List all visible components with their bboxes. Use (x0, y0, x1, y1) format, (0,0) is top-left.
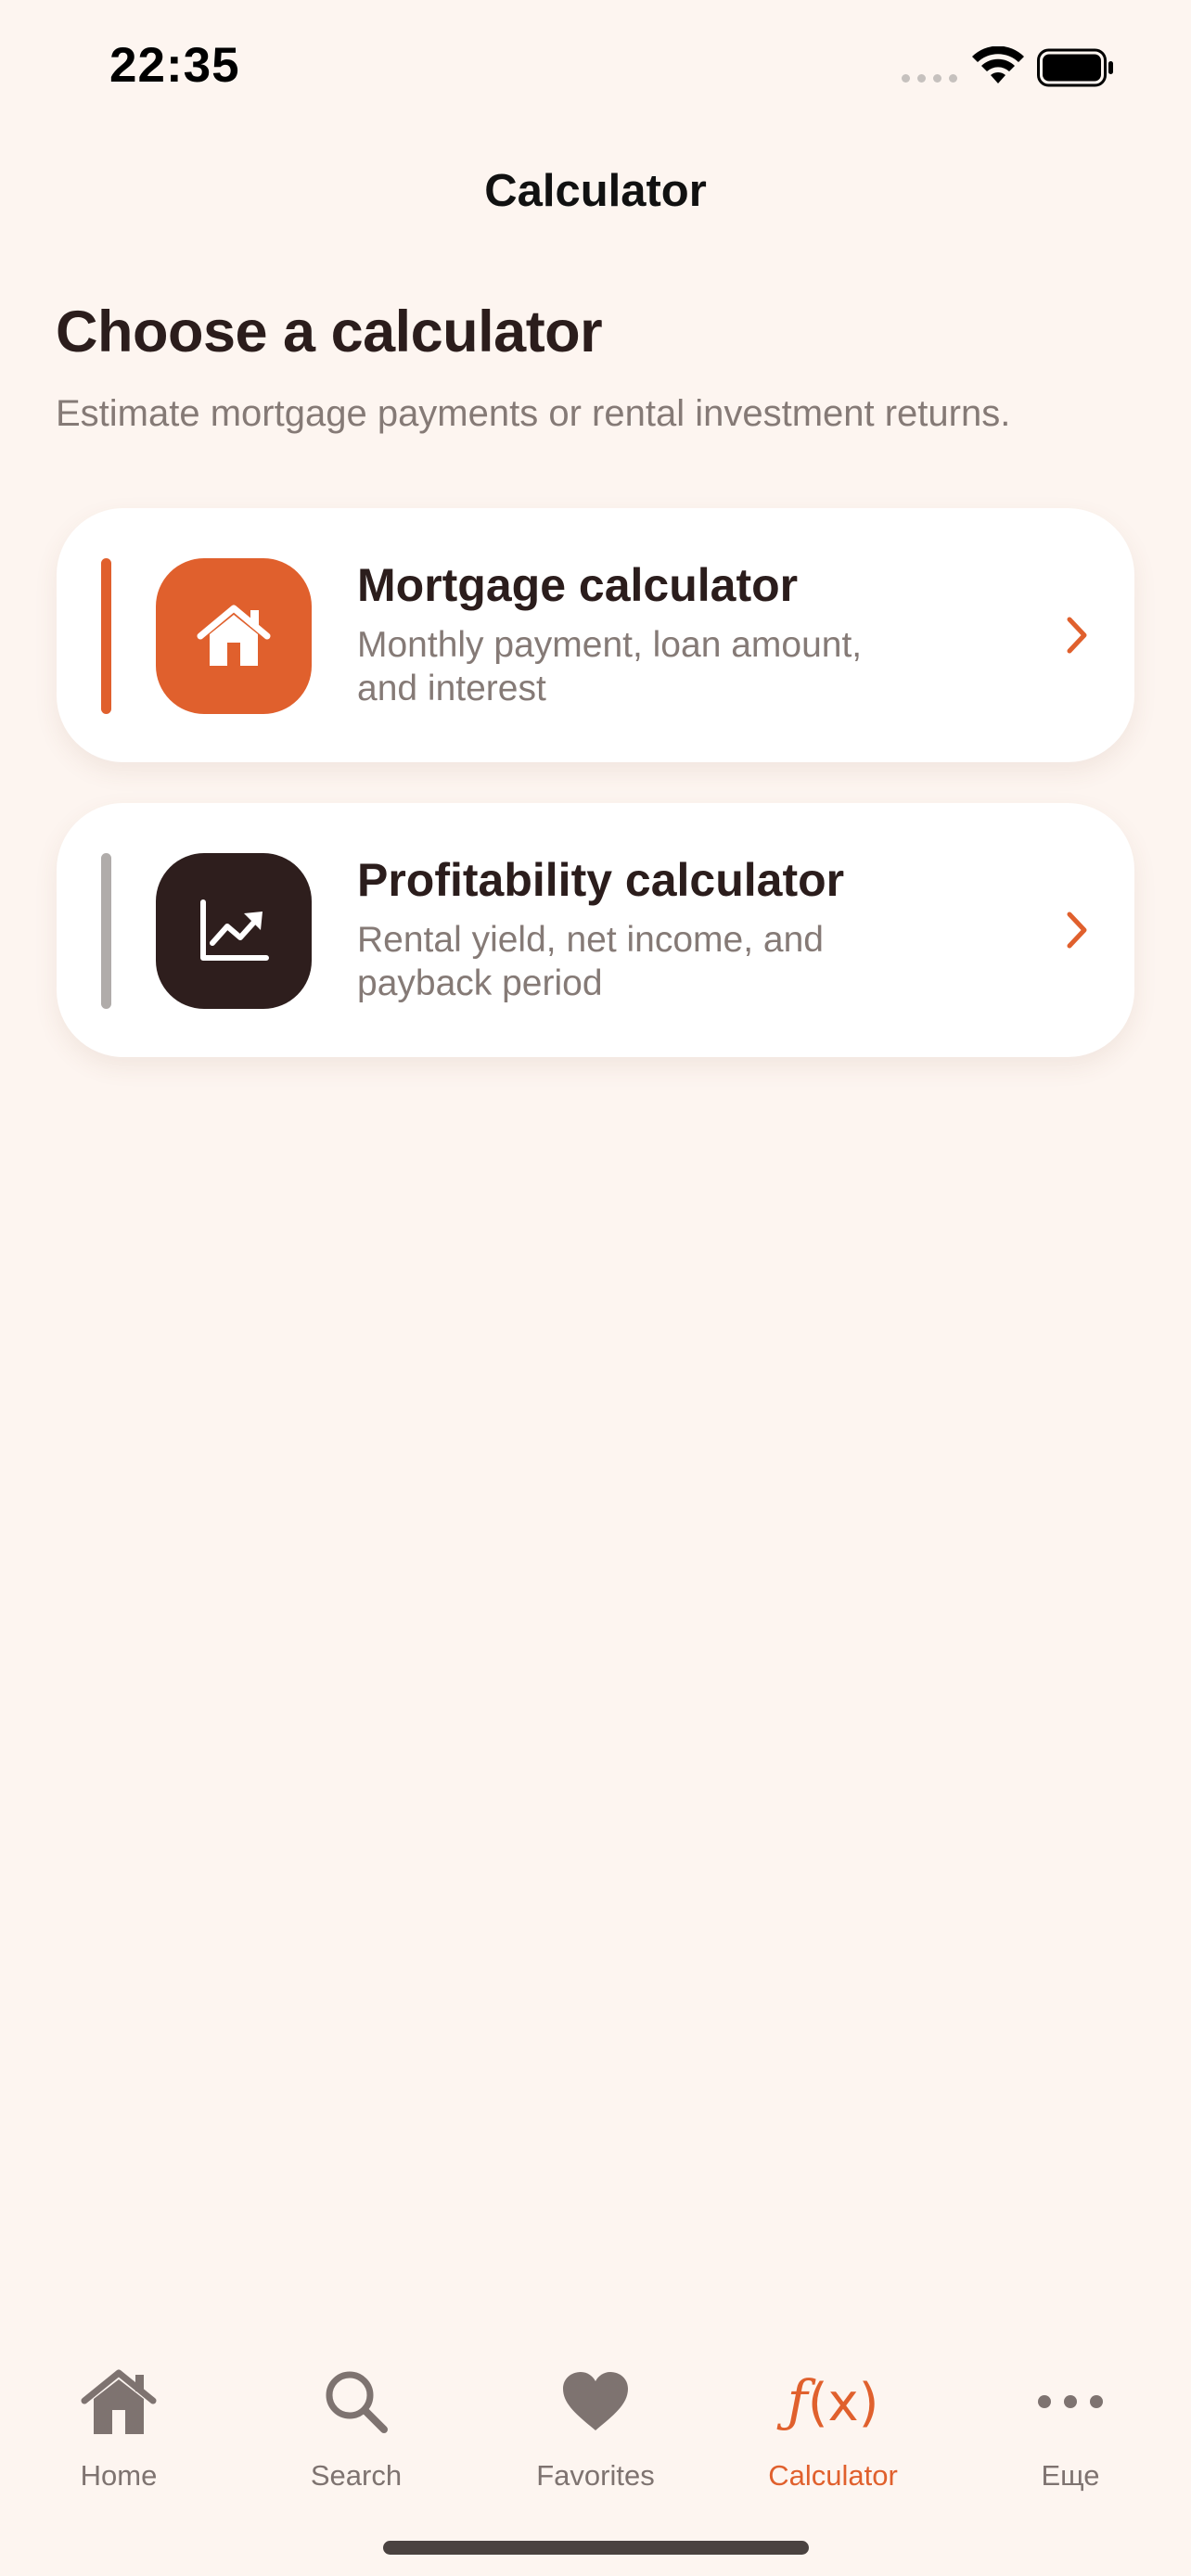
magnifier-icon (326, 2371, 388, 2433)
chevron-right-icon (1067, 912, 1087, 949)
tab-more[interactable]: Еще (952, 2337, 1189, 2492)
chevron-right-icon (1067, 617, 1087, 654)
ellipsis-icon (1038, 2395, 1103, 2408)
wifi-icon (972, 46, 1024, 83)
page-title: Choose a calculator (56, 300, 603, 364)
tab-label: Calculator (768, 2459, 898, 2492)
heart-icon (563, 2372, 628, 2430)
tab-label: Search (310, 2459, 403, 2492)
home-indicator (383, 2541, 809, 2555)
card-accent-bar (101, 558, 111, 714)
mortgage-icon-tile (156, 558, 312, 714)
tab-label: Еще (1041, 2459, 1100, 2492)
card-description: Rental yield, net income, and payback pe… (357, 920, 824, 1003)
house-icon (81, 2369, 157, 2434)
tab-search[interactable]: Search (237, 2337, 475, 2492)
house-icon (197, 605, 271, 666)
tab-favorites[interactable]: Favorites (477, 2337, 714, 2492)
chart-trending-up-icon (200, 899, 269, 961)
tab-calculator[interactable]: ƒ(x) Calculator (714, 2337, 952, 2492)
profitability-icon-tile (156, 853, 312, 1009)
status-time: 22:35 (109, 38, 240, 93)
card-title: Profitability calculator (357, 854, 845, 906)
cellular-signal-icon (902, 74, 957, 83)
tab-label: Home (80, 2459, 158, 2492)
tab-label: Favorites (536, 2459, 655, 2492)
mortgage-calculator-card[interactable]: Mortgage calculator Monthly payment, loa… (57, 508, 1134, 762)
calculator-screen: 22:35 Calculator Choose a calculator Est… (0, 0, 1191, 2576)
page-subtitle: Estimate mortgage payments or rental inv… (56, 393, 1011, 434)
battery-icon (1037, 48, 1113, 87)
tab-home[interactable]: Home (0, 2337, 237, 2492)
nav-title: Calculator (484, 166, 707, 216)
card-title: Mortgage calculator (357, 559, 799, 611)
card-accent-bar (101, 853, 111, 1009)
status-bar: 22:35 (0, 0, 1191, 139)
tab-bar: Home Search Favorites ƒ(x) Calculator Ещ… (0, 2337, 1191, 2522)
function-fx-icon: ƒ(x) (787, 2369, 879, 2434)
card-description: Monthly payment, loan amount, and intere… (357, 625, 863, 708)
profitability-calculator-card[interactable]: Profitability calculator Rental yield, n… (57, 803, 1134, 1057)
